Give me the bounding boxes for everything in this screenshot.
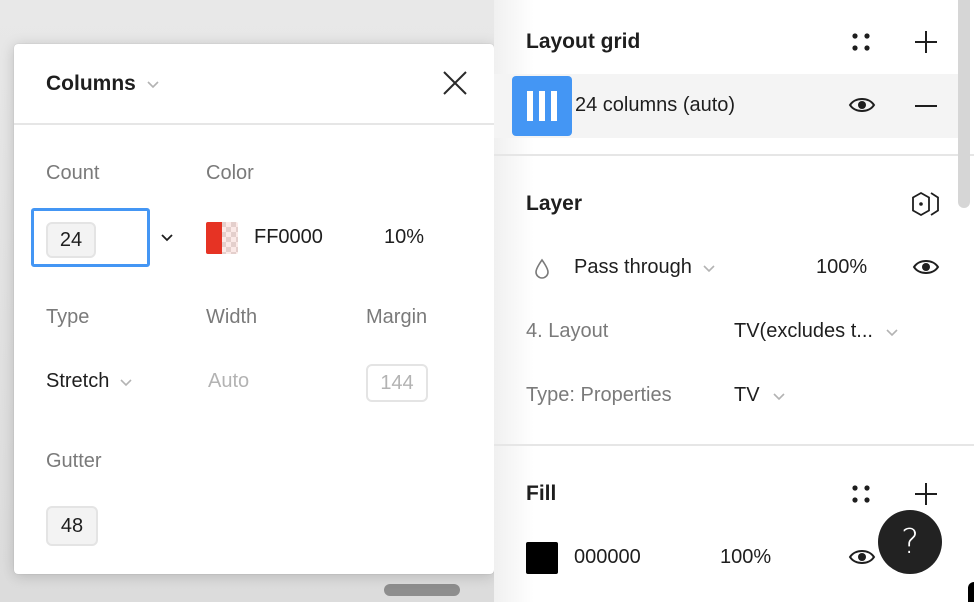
layout-grid-item-label[interactable]: 24 columns (auto) (575, 94, 735, 117)
type-label: Type (46, 306, 90, 328)
fill-color-swatch[interactable] (526, 542, 558, 574)
type-property-label: Type: Properties (526, 384, 672, 406)
add-layout-grid-icon[interactable] (914, 30, 938, 54)
layer-title: Layer (526, 192, 583, 215)
layout-grid-title: Layout grid (526, 30, 641, 53)
eye-icon[interactable] (848, 96, 876, 114)
section-divider (494, 154, 974, 156)
remove-layout-grid-icon[interactable] (914, 104, 938, 108)
layout-property-value: TV(excludes t... (734, 320, 873, 342)
fill-hex[interactable]: 000000 (574, 546, 641, 569)
grid-color-hex[interactable]: FF0000 (254, 226, 323, 249)
grid-styles-icon[interactable] (850, 31, 872, 53)
panel-scrollbar[interactable] (958, 0, 970, 208)
count-label: Count (46, 162, 100, 184)
grid-color-opacity[interactable]: 10% (384, 226, 424, 249)
fill-opacity[interactable]: 100% (720, 546, 771, 569)
layer-opacity[interactable]: 100% (816, 256, 867, 279)
layout-property-dropdown[interactable]: TV(excludes t... (734, 320, 899, 343)
eye-icon[interactable] (848, 548, 876, 566)
window-corner (968, 582, 974, 602)
layout-property-label: 4. Layout (526, 320, 609, 342)
type-property-value: TV (734, 384, 760, 406)
width-label: Width (206, 306, 258, 328)
margin-input[interactable]: 144 (366, 364, 428, 402)
color-label: Color (206, 162, 254, 184)
chevron-down-icon (703, 264, 715, 272)
canvas-horizontal-scrollbar[interactable] (384, 584, 460, 596)
gutter-input[interactable]: 48 (46, 506, 98, 546)
component-properties-icon[interactable] (910, 190, 940, 218)
grid-type-label: Columns (46, 72, 136, 95)
grid-settings-popover: Columns Count Color 24 FF0000 10% Type W… (14, 44, 494, 574)
fill-title: Fill (526, 482, 557, 505)
blend-mode-value: Pass through (574, 256, 692, 278)
chevron-down-icon (772, 392, 785, 400)
close-icon[interactable] (442, 70, 468, 96)
blend-mode-drop-icon (535, 258, 549, 279)
chevron-down-icon (886, 328, 898, 336)
chevron-down-icon (120, 378, 132, 386)
type-dropdown[interactable]: Stretch (46, 370, 133, 393)
fill-styles-icon[interactable] (850, 483, 872, 505)
grid-type-dropdown[interactable]: Columns (46, 72, 160, 96)
eye-icon[interactable] (912, 258, 940, 276)
grid-settings-thumbnail[interactable] (512, 76, 572, 136)
section-divider (494, 444, 974, 446)
gutter-label: Gutter (46, 450, 102, 472)
chevron-down-icon (147, 81, 159, 89)
add-fill-icon[interactable] (914, 482, 938, 506)
margin-label: Margin (366, 306, 428, 328)
width-input[interactable]: Auto (208, 370, 249, 393)
type-property-dropdown[interactable]: TV (734, 384, 786, 407)
type-value: Stretch (46, 370, 110, 392)
count-value[interactable]: 24 (46, 222, 96, 258)
popover-header: Columns (14, 44, 494, 125)
help-button[interactable]: ? (878, 510, 942, 574)
count-dropdown-chevron-icon[interactable] (160, 232, 174, 244)
grid-color-swatch[interactable] (206, 222, 238, 254)
blend-mode-dropdown[interactable]: Pass through (574, 256, 716, 279)
